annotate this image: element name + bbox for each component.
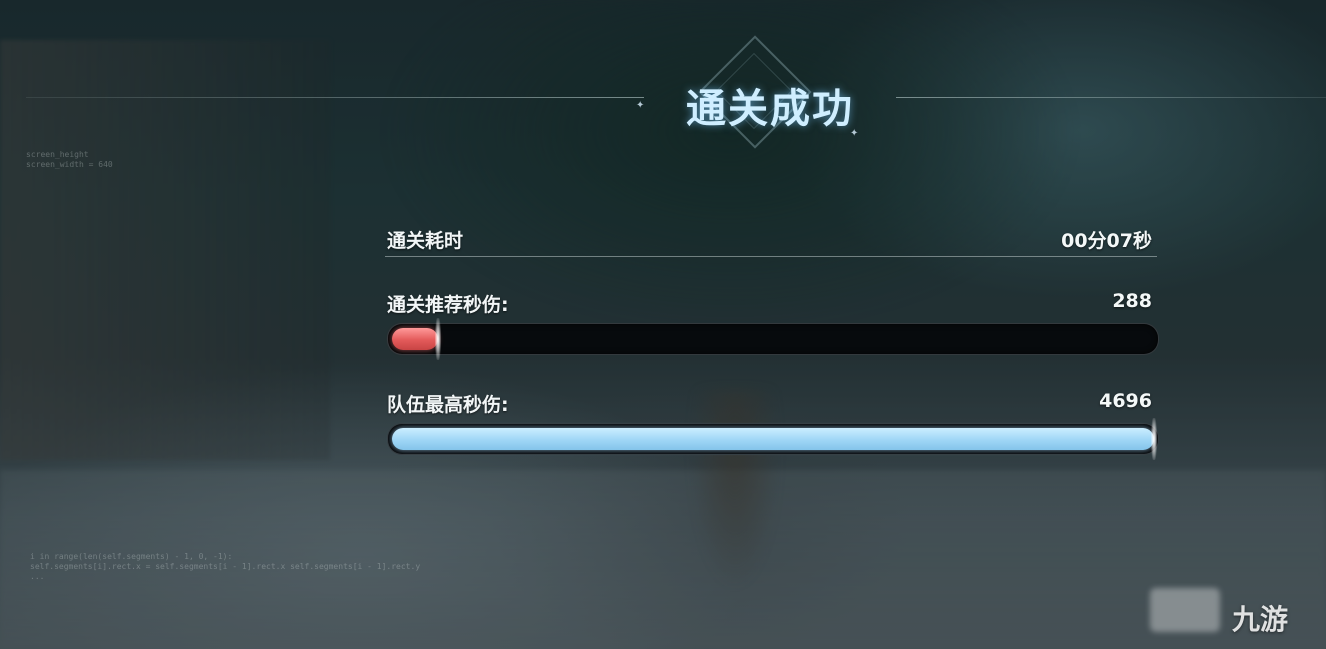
watermark-text: 九游 xyxy=(1232,603,1289,636)
recommended-dps-value: 288 xyxy=(1112,290,1152,312)
debug-text-top: screen_height screen_width = 640 xyxy=(26,150,113,169)
recommended-dps-label: 通关推荐秒伤: xyxy=(387,294,509,316)
sparkle-icon: ✦ xyxy=(636,100,645,111)
title-divider-right xyxy=(896,97,1326,98)
team-max-dps-bar-fill xyxy=(392,428,1154,450)
bar-glow-icon xyxy=(435,318,441,360)
bar-glow-icon xyxy=(1151,418,1157,460)
recommended-dps-bar xyxy=(387,318,1159,360)
recommended-dps-bar-fill xyxy=(392,328,438,350)
team-max-dps-bar xyxy=(387,418,1159,460)
watermark-logo-icon xyxy=(1150,588,1220,632)
game-scene: screen_height screen_width = 640 i in ra… xyxy=(0,0,1326,649)
team-max-dps-value: 4696 xyxy=(1099,390,1152,412)
title-divider-left xyxy=(26,97,644,98)
clear-time-label: 通关耗时 xyxy=(387,230,464,252)
page-title: 通关成功 xyxy=(686,85,854,132)
clear-time-value: 00分07秒 xyxy=(1061,230,1152,252)
divider xyxy=(385,256,1157,257)
team-max-dps-label: 队伍最高秒伤: xyxy=(387,394,509,416)
debug-text-bottom: i in range(len(self.segments) - 1, 0, -1… xyxy=(30,552,421,581)
